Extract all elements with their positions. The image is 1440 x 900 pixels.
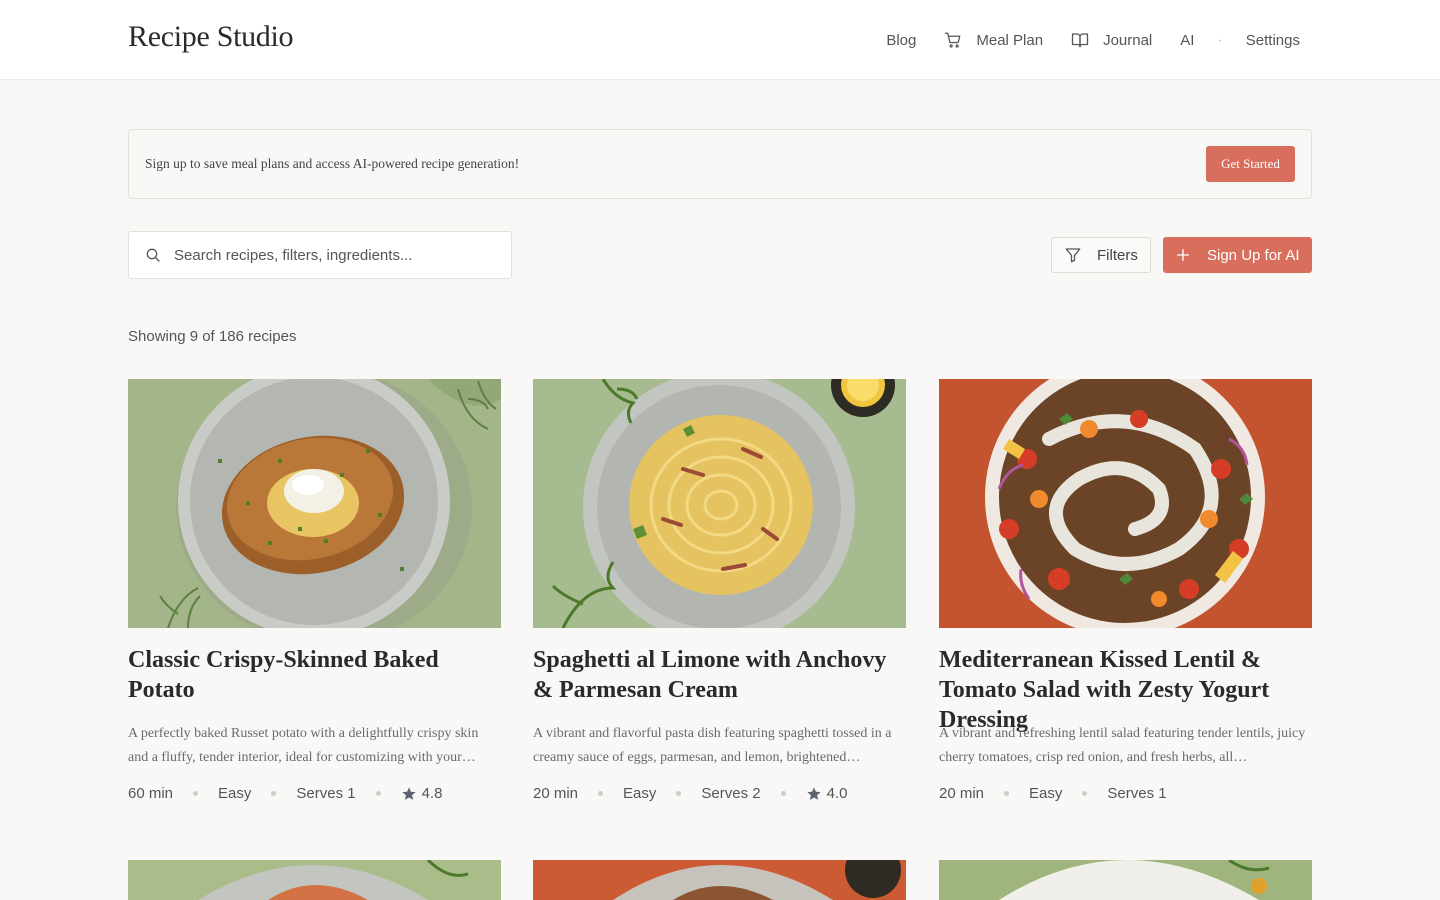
filters-label: Filters — [1097, 246, 1138, 264]
servings: Serves 1 — [1107, 785, 1167, 802]
recipe-meta: 20 min Easy Serves 2 4.0 — [533, 785, 906, 802]
meta-dot — [598, 791, 604, 796]
cook-time: 20 min — [939, 785, 985, 802]
recipe-image-lentil-salad[interactable] — [939, 379, 1312, 628]
recipe-title[interactable]: Classic Crispy-Skinned Baked Potato — [128, 645, 501, 705]
nav-item-label: Blog — [886, 31, 917, 49]
nav-item-label: AI — [1180, 31, 1195, 49]
servings: Serves 1 — [296, 785, 356, 802]
recipe-description: A perfectly baked Russet potato with a d… — [128, 726, 479, 765]
get-started-button[interactable]: Get Started — [1206, 146, 1295, 182]
nav-separator: · — [1218, 34, 1222, 46]
recipe-title[interactable]: Mediterranean Kissed Lentil & Tomato Sal… — [939, 645, 1312, 733]
recipe-description: A vibrant and refreshing lentil salad fe… — [939, 726, 1306, 765]
recipe-card[interactable]: Mediterranean Kissed Lentil & Tomato Sal… — [939, 379, 1312, 802]
signup-banner: Sign up to save meal plans and access AI… — [128, 129, 1312, 199]
plus-icon — [1175, 247, 1191, 263]
meta-dot — [271, 791, 277, 796]
sign-up-for-ai-label: Sign Up for AI — [1207, 246, 1300, 264]
meta-dot — [375, 791, 381, 796]
meta-dot — [1082, 791, 1088, 796]
book-open-icon — [1071, 31, 1089, 49]
recipe-image-partial-6[interactable] — [939, 860, 1312, 900]
recipe-card[interactable]: Spaghetti al Limone with Anchovy & Parme… — [533, 379, 906, 802]
sign-up-for-ai-button[interactable]: Sign Up for AI — [1163, 237, 1312, 273]
recipe-image-spaghetti[interactable] — [533, 379, 906, 628]
meta-dot — [676, 791, 682, 796]
nav-item-settings[interactable]: Settings — [1246, 32, 1300, 49]
recipe-meta: 20 min Easy Serves 1 — [939, 785, 1312, 802]
filters-button[interactable]: Filters — [1051, 237, 1151, 273]
search-icon — [145, 247, 161, 263]
recipe-card[interactable]: Classic Crispy-Skinned Baked Potato A pe… — [128, 379, 501, 802]
brand-logo[interactable]: Recipe Studio — [128, 20, 294, 54]
star-icon — [806, 786, 822, 802]
search-input[interactable] — [174, 246, 494, 264]
filter-icon — [1064, 246, 1082, 264]
cook-time: 20 min — [533, 785, 579, 802]
nav-item-journal[interactable]: Journal — [1071, 31, 1152, 49]
nav-item-blog[interactable]: Blog — [886, 32, 916, 49]
servings: Serves 2 — [701, 785, 761, 802]
meta-dot — [780, 791, 786, 796]
meta-dot — [193, 791, 199, 796]
banner-message: Sign up to save meal plans and access AI… — [145, 156, 520, 171]
nav-item-meal-plan[interactable]: Meal Plan — [944, 31, 1043, 49]
search-box — [128, 231, 512, 279]
rating: 4.8 — [421, 785, 443, 802]
top-navigation-bar: Recipe Studio Blog Meal Plan Journal AI … — [0, 0, 1440, 80]
difficulty: Easy — [623, 785, 657, 802]
cook-time: 60 min — [128, 785, 174, 802]
recipe-meta: 60 min Easy Serves 1 4.8 — [128, 785, 501, 802]
nav-item-ai[interactable]: AI — [1180, 32, 1194, 49]
recipe-description: A vibrant and flavorful pasta dish featu… — [533, 726, 892, 765]
nav-item-label: Journal — [1103, 31, 1153, 49]
nav-item-label: Meal Plan — [976, 31, 1044, 49]
results-count: Showing 9 of 186 recipes — [128, 328, 297, 345]
difficulty: Easy — [1029, 785, 1063, 802]
star-icon — [401, 786, 417, 802]
rating: 4.0 — [826, 785, 848, 802]
recipe-image-partial-4[interactable] — [128, 860, 501, 900]
main-nav: Blog Meal Plan Journal AI · Settings — [886, 0, 1300, 80]
recipe-title[interactable]: Spaghetti al Limone with Anchovy & Parme… — [533, 645, 906, 705]
recipe-image-partial-5[interactable] — [533, 860, 906, 900]
recipe-image-baked-potato[interactable] — [128, 379, 501, 628]
cart-icon — [944, 31, 962, 49]
nav-item-label: Settings — [1245, 31, 1300, 49]
meta-dot — [1004, 791, 1010, 796]
difficulty: Easy — [218, 785, 252, 802]
